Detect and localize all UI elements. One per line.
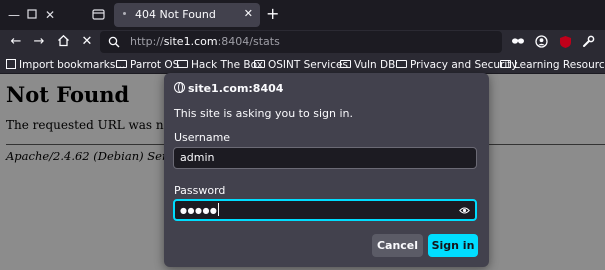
home-button[interactable] <box>55 34 71 50</box>
import-icon <box>6 59 16 69</box>
navigation-bar: ← → ✕ http://site1.com:8404/stats <box>0 30 605 55</box>
private-mask-icon[interactable] <box>511 35 525 49</box>
close-tab-icon[interactable]: ✕ <box>244 7 253 20</box>
tab-overview-icon[interactable] <box>91 8 105 22</box>
bookmark-label: Vuln DB <box>354 59 396 71</box>
bookmark-learning-resources[interactable]: Learning Resources <box>500 58 605 72</box>
tab-404-not-found[interactable]: 404 Not Found ✕ <box>114 3 260 27</box>
folder-icon <box>254 60 265 68</box>
tools-wrench-icon[interactable] <box>581 35 595 49</box>
auth-dialog: site1.com:8404 This site is asking you t… <box>164 73 489 267</box>
folder-icon <box>116 60 127 68</box>
sign-in-button[interactable]: Sign in <box>428 234 478 257</box>
password-mask: ●●●●● <box>180 206 218 215</box>
bookmark-osint-services[interactable]: OSINT Services <box>254 58 348 72</box>
maximize-icon[interactable] <box>25 8 39 22</box>
username-field[interactable]: admin <box>173 147 477 169</box>
tab-strip: — ✕ 404 Not Found ✕ + <box>0 0 605 30</box>
origin-text: site1.com:8404 <box>188 82 284 95</box>
server-signature: Apache/2.4.62 (Debian) Serve <box>6 149 181 163</box>
dialog-prompt: This site is asking you to sign in. <box>174 107 353 120</box>
new-tab-button[interactable]: + <box>266 6 279 22</box>
folder-icon <box>500 60 511 68</box>
back-button[interactable]: ← <box>8 34 24 50</box>
page-icon <box>121 10 129 18</box>
bookmark-parrot-os[interactable]: Parrot OS <box>116 58 179 72</box>
address-bar[interactable]: http://site1.com:8404/stats <box>100 31 502 53</box>
url-host: site1.com <box>163 35 218 48</box>
show-password-eye-icon[interactable] <box>459 205 470 216</box>
page-title: Not Found <box>6 82 130 107</box>
bookmark-label: Import bookmarks... <box>19 59 126 71</box>
dialog-origin: site1.com:8404 <box>174 82 283 95</box>
url-text: http://site1.com:8404/stats <box>130 35 280 48</box>
bookmark-label: OSINT Services <box>268 59 348 71</box>
bookmark-vuln-db[interactable]: Vuln DB <box>340 58 395 72</box>
username-label: Username <box>174 131 231 144</box>
window-close-icon[interactable]: ✕ <box>43 8 57 22</box>
stop-loading-button[interactable]: ✕ <box>79 34 95 50</box>
password-label: Password <box>174 184 226 197</box>
bookmark-label: Parrot OS <box>130 59 180 71</box>
folder-icon <box>177 60 188 68</box>
globe-icon <box>174 82 185 93</box>
url-scheme: http:// <box>130 35 164 48</box>
bookmarks-bar: Import bookmarks... Parrot OS Hack The B… <box>0 55 605 74</box>
folder-icon <box>396 60 407 68</box>
password-field[interactable]: ●●●●● <box>173 199 477 221</box>
bookmark-label: Learning Resources <box>514 59 605 71</box>
folder-icon <box>340 60 351 68</box>
cancel-button[interactable]: Cancel <box>372 234 423 257</box>
minimize-icon[interactable]: — <box>7 8 21 22</box>
ublock-icon[interactable] <box>558 35 572 49</box>
bookmark-hack-the-box[interactable]: Hack The Box <box>177 58 263 72</box>
text-caret <box>218 203 220 216</box>
url-path: :8404/stats <box>217 35 280 48</box>
bookmark-import[interactable]: Import bookmarks... <box>6 58 125 72</box>
search-icon <box>108 36 120 48</box>
tab-title: 404 Not Found <box>135 8 216 21</box>
account-icon[interactable] <box>534 35 548 49</box>
forward-button[interactable]: → <box>31 34 47 50</box>
username-value: admin <box>180 151 215 164</box>
bookmark-label: Hack The Box <box>191 59 263 71</box>
